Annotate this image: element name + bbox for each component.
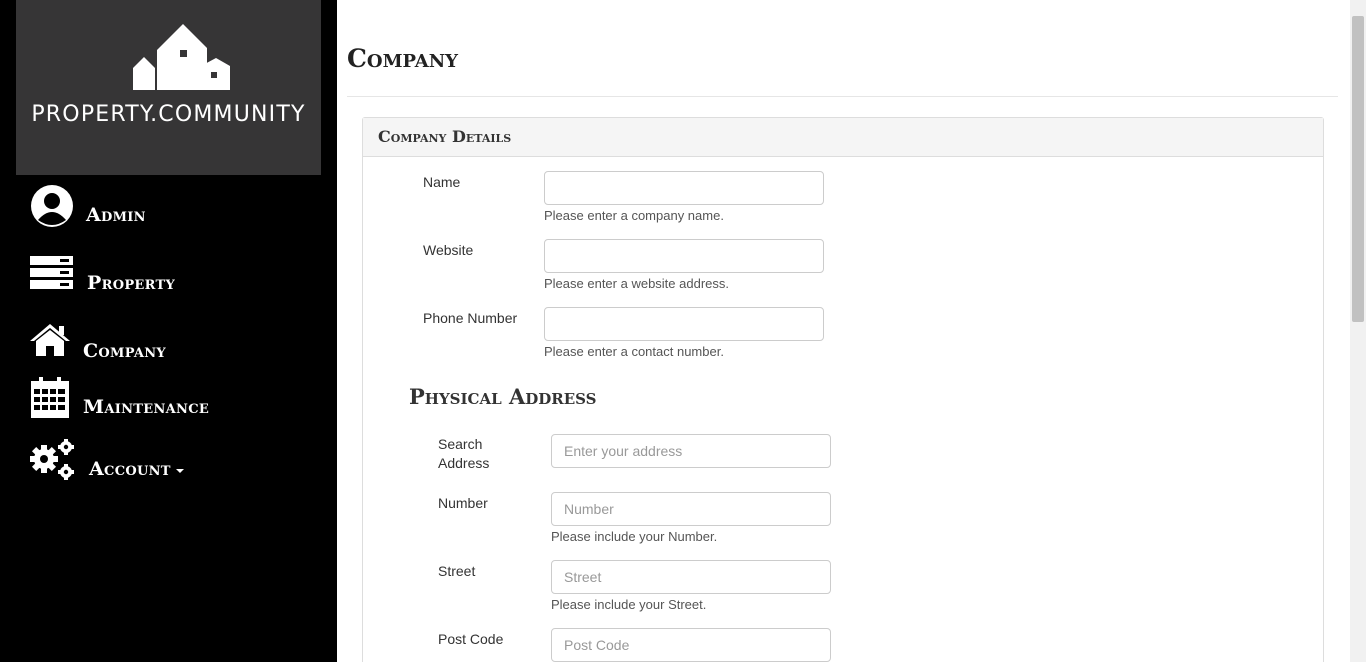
search-address-label-line1: Search — [438, 436, 483, 452]
brand-logo[interactable]: PROPERTY.COMMUNITY — [16, 0, 321, 175]
street-input[interactable] — [551, 560, 831, 594]
website-label: Website — [423, 242, 474, 258]
post-code-label: Post Code — [438, 631, 504, 647]
company-details-panel: Company Details Name Please enter a comp… — [362, 117, 1324, 662]
search-address-label: Search Address — [438, 435, 489, 473]
houses-logo-icon — [133, 24, 230, 90]
search-address-label-line2: Address — [438, 455, 490, 471]
page-title: Company — [347, 44, 458, 73]
scrollbar-thumb[interactable] — [1352, 16, 1364, 322]
sidebar-item-label: Company — [83, 340, 167, 362]
search-address-input[interactable] — [551, 434, 831, 468]
server-stack-icon — [30, 256, 73, 289]
home-icon — [30, 324, 70, 356]
sidebar-item-label: Admin — [86, 204, 146, 226]
website-input[interactable] — [544, 239, 824, 273]
sidebar-item-label: Account — [89, 458, 171, 480]
sidebar-item-account[interactable]: Account — [30, 439, 184, 481]
sidebar-item-property[interactable]: Property — [30, 252, 175, 294]
sidebar-item-label: Maintenance — [83, 396, 210, 418]
website-help-text: Please enter a website address. — [544, 276, 729, 291]
sidebar-item-maintenance[interactable]: Maintenance — [30, 377, 209, 419]
divider — [347, 96, 1338, 97]
street-help-text: Please include your Street. — [551, 597, 707, 612]
calendar-icon — [31, 377, 69, 418]
gears-icon — [30, 439, 74, 480]
name-label: Name — [423, 174, 461, 190]
brand-name: PROPERTY.COMMUNITY — [31, 102, 306, 127]
main-content: Company Company Details Name Please ente… — [337, 0, 1350, 662]
number-label: Number — [438, 495, 488, 511]
name-help-text: Please enter a company name. — [544, 208, 724, 223]
number-input[interactable] — [551, 492, 831, 526]
user-circle-icon — [31, 185, 73, 227]
phone-label: Phone Number — [423, 310, 518, 326]
sidebar-item-label: Property — [87, 272, 176, 294]
chevron-down-icon — [175, 469, 184, 473]
sidebar-item-admin[interactable]: Admin — [30, 184, 146, 228]
company-name-input[interactable] — [544, 171, 824, 205]
sidebar: PROPERTY.COMMUNITY Admin Property Compan… — [0, 0, 337, 662]
section-title-physical-address: Physical Address — [409, 384, 597, 409]
street-label: Street — [438, 563, 476, 579]
number-help-text: Please include your Number. — [551, 529, 718, 544]
phone-help-text: Please enter a contact number. — [544, 344, 724, 359]
phone-number-input[interactable] — [544, 307, 824, 341]
page-scrollbar[interactable] — [1350, 0, 1366, 662]
sidebar-item-company[interactable]: Company — [30, 318, 166, 362]
post-code-input[interactable] — [551, 628, 831, 662]
panel-heading: Company Details — [363, 118, 1323, 157]
